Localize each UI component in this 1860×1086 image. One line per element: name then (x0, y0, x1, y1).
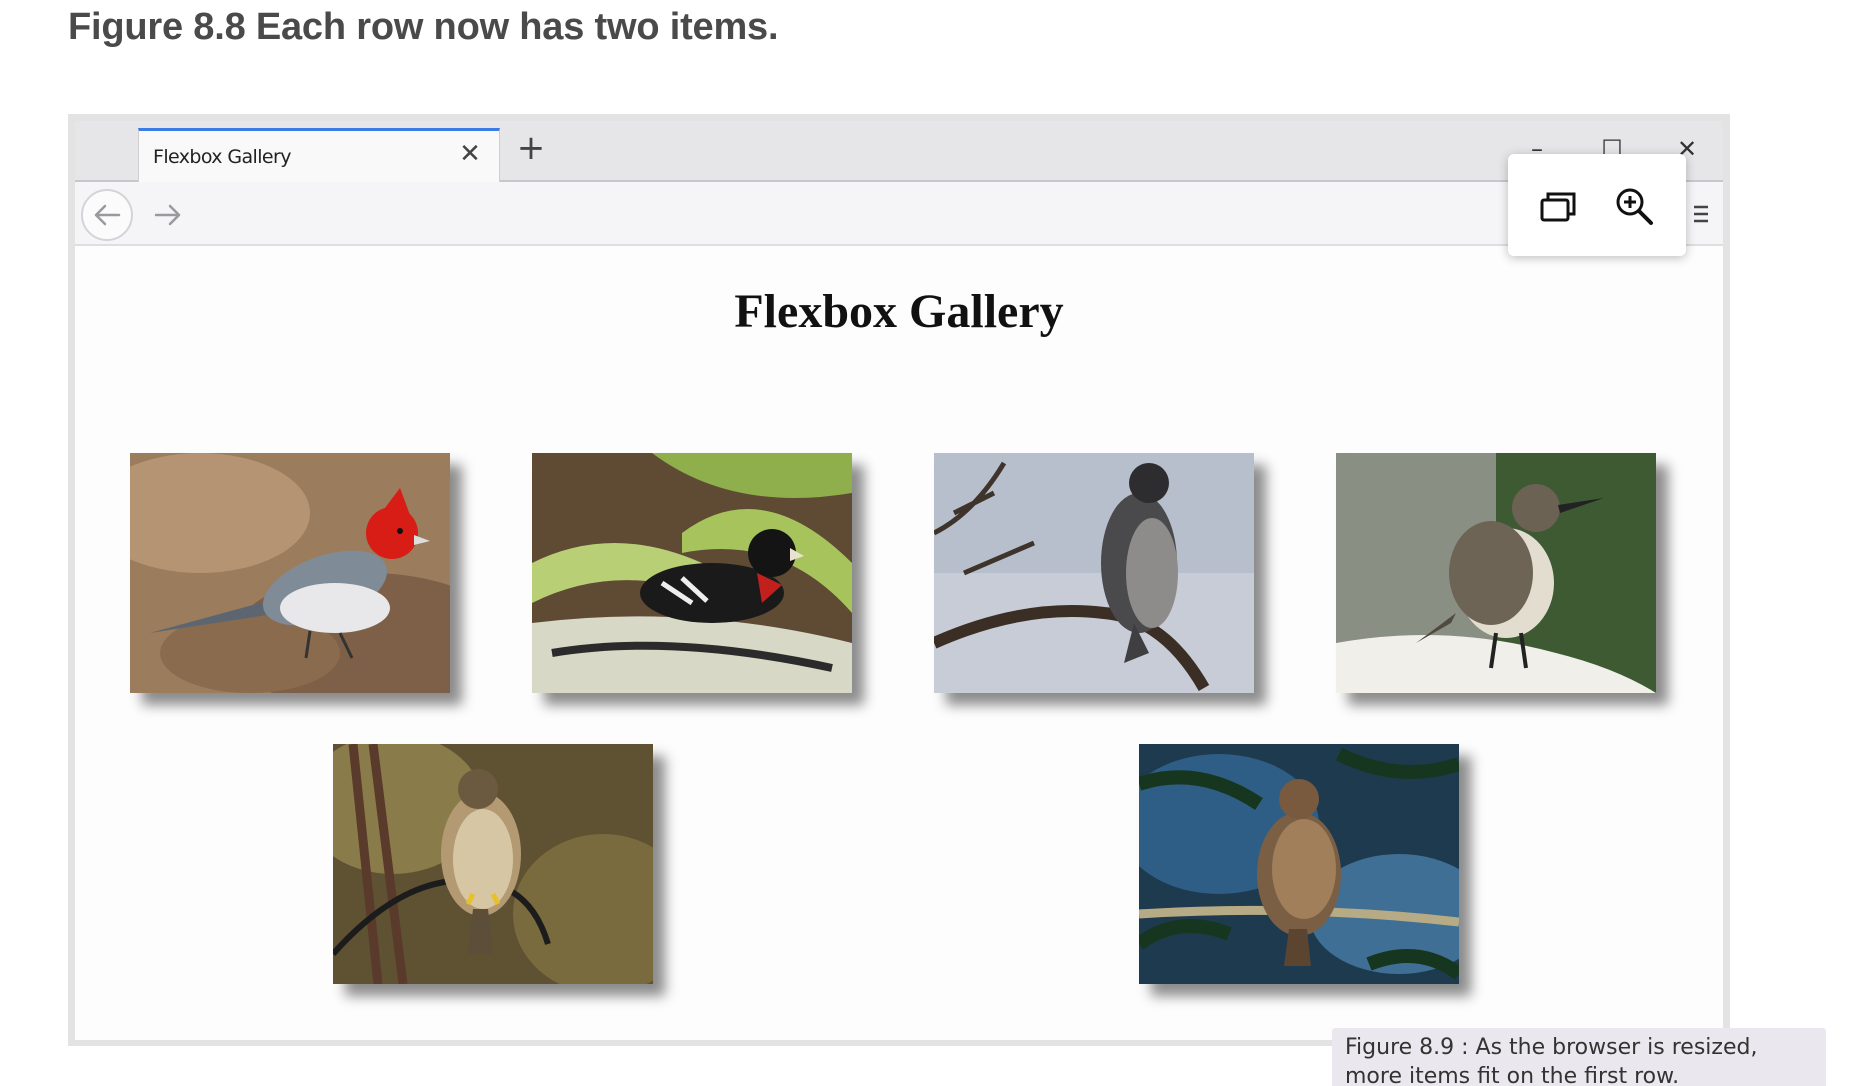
zoom-in-button[interactable] (1614, 186, 1654, 226)
tab-bar: Flexbox Gallery ✕ + – ☐ ✕ (75, 121, 1723, 184)
zoom-in-icon (1616, 188, 1653, 225)
forward-button[interactable] (145, 192, 191, 238)
page-title: Flexbox Gallery (734, 285, 1064, 338)
tab-flexbox-gallery[interactable]: Flexbox Gallery ✕ (138, 128, 500, 184)
gallery-photo-cardinal (130, 453, 450, 693)
navigation-bar (75, 182, 1723, 246)
floating-toolbar (1508, 154, 1686, 256)
figure-caption: Figure 8.9 : As the browser is resized, … (1332, 1028, 1826, 1086)
page-viewport: Flexbox Gallery (75, 248, 1723, 1040)
arrow-right-icon (154, 204, 181, 226)
tab-title: Flexbox Gallery (153, 146, 291, 168)
browser-window: Flexbox Gallery ✕ + – ☐ ✕ Flexbox Galler… (68, 114, 1730, 1046)
gallery-photo-hawk-pine (1139, 744, 1459, 984)
new-tab-icon[interactable]: + (515, 131, 547, 165)
open-in-window-button[interactable] (1538, 186, 1578, 226)
gallery-photo-falcon (934, 453, 1254, 693)
gallery-photo-wren (1336, 453, 1656, 693)
gallery-photo-grosbeak (532, 453, 852, 693)
arrow-left-icon (94, 204, 121, 226)
tab-close-icon[interactable]: ✕ (457, 141, 483, 167)
figure-heading: Figure 8.8 Each row now has two items. (68, 6, 779, 48)
gallery-photo-hawk-wire (333, 744, 653, 984)
back-button[interactable] (81, 189, 133, 241)
hamburger-menu-icon[interactable] (1691, 202, 1711, 226)
open-in-window-icon (1540, 192, 1576, 222)
